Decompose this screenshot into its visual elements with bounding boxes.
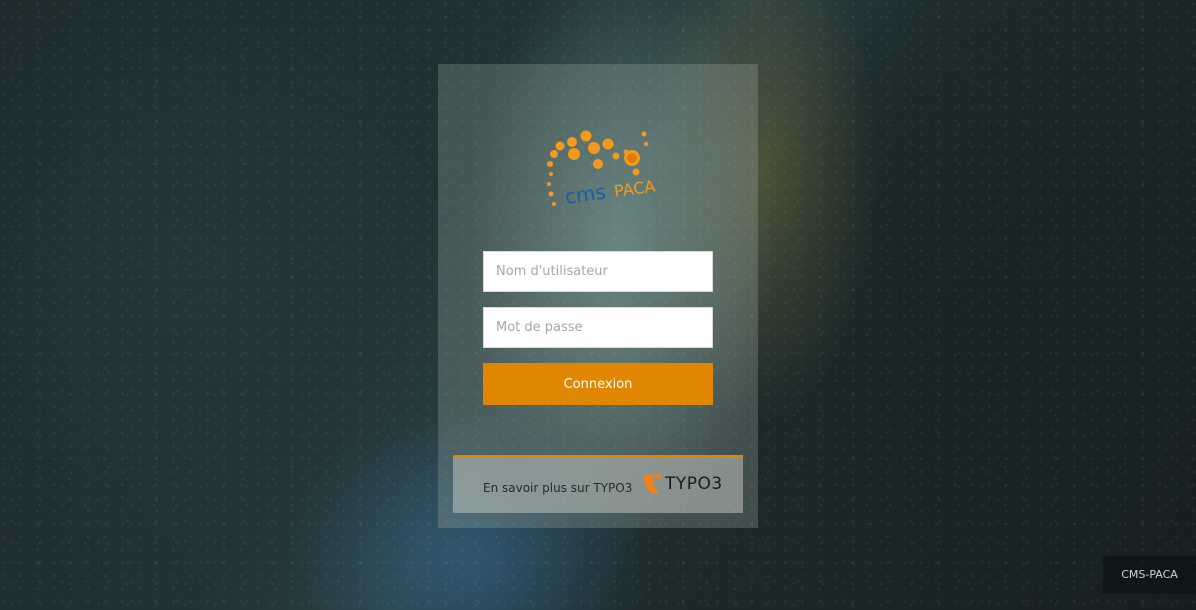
password-input[interactable] [483,307,713,348]
typo3-logo-text: TYPO3 [665,474,723,494]
typo3-mark-icon [643,474,658,494]
login-footer: En savoir plus sur TYPO3 TYPO3 [453,455,743,513]
logo-word-paca: PACA [613,176,657,201]
username-input[interactable] [483,251,713,292]
cms-paca-logo: cms PACA [547,130,657,209]
site-name-badge: CMS-PACA [1103,556,1196,594]
logo-word-cms: cms [563,179,607,208]
login-button[interactable]: Connexion [483,363,713,405]
login-card: cmsPACA Connexion En savoir plus sur TYP… [438,64,758,528]
typo3-info-link[interactable]: En savoir plus sur TYPO3 [483,481,632,495]
